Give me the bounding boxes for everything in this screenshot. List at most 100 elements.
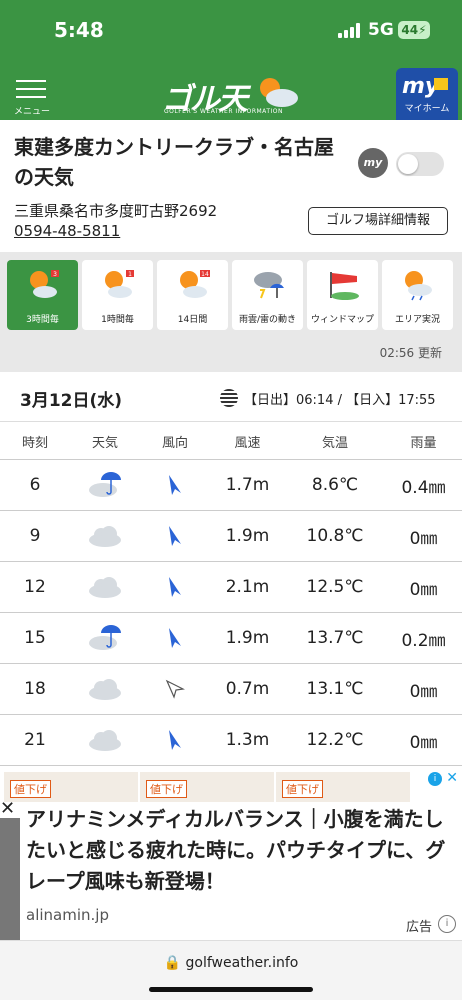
tab-area-live[interactable]: エリア実況 [382, 260, 453, 330]
cell-temperature: 8.6℃ [311, 475, 359, 495]
forecast-date: 3月12日(水) [20, 391, 123, 411]
url-domain: golfweather.info [185, 955, 299, 971]
tab-label: 雨雲/雷の動き [238, 315, 297, 325]
cloud-icon [70, 511, 140, 561]
logo-sun-cloud-icon [260, 78, 298, 107]
header-time: 時刻 [21, 435, 48, 451]
browser-url-bar[interactable]: 🔒 golfweather.info [0, 940, 462, 1000]
ad-side-bar [0, 818, 20, 940]
ad-domain[interactable]: alinamin.jp [26, 906, 109, 924]
wind-arrow-icon [140, 460, 210, 510]
tab-badge-1: 1 [128, 271, 132, 278]
ad-label: 広告 [405, 920, 432, 935]
advertisement[interactable]: 値下げ 値下げ 値下げ i ✕ ✕ アリナミンメディカルバランス｜小腹を満たした… [0, 770, 462, 940]
cell-time: 21 [24, 730, 46, 750]
tab-rain-thunder[interactable]: 雨雲/雷の動き [232, 260, 303, 330]
cell-wind-speed: 0.7m [225, 679, 270, 699]
cell-rainfall: 0㎜ [409, 681, 438, 702]
sunrise-sunset-icon [220, 389, 238, 407]
battery-level: 44 [401, 23, 419, 37]
wind-arrow-icon [140, 511, 210, 561]
tab-1hour[interactable]: 1 1時間毎 [82, 260, 153, 330]
cell-rainfall: 0㎜ [409, 528, 438, 549]
tab-label: 14日間 [177, 315, 208, 325]
ad-price-tag: 値下げ [282, 780, 323, 798]
ad-close-icon[interactable]: ✕ [446, 770, 458, 786]
ad-thumbnail[interactable]: 値下げ [4, 772, 138, 802]
ad-headline[interactable]: アリナミンメディカルバランス｜小腹を満たしたいと感じる疲れた時に。パウチタイプに… [26, 804, 456, 897]
tab-wind-map[interactable]: ウィンドマップ [307, 260, 378, 330]
header-wind-speed: 風速 [234, 435, 261, 451]
cell-temperature: 13.7℃ [306, 628, 364, 648]
forecast-tabs: 3 3時間毎 1 1時間毎 14 14日間 雨雲/雷の動き ウィンドマップ エリ… [0, 252, 462, 372]
cell-time: 12 [24, 577, 46, 597]
cell-wind-speed: 2.1m [225, 577, 270, 597]
header-temperature: 気温 [321, 435, 348, 451]
menu-label: メニュー [14, 107, 51, 117]
cell-time: 15 [24, 628, 46, 648]
cell-rainfall: 0㎜ [409, 579, 438, 600]
menu-button[interactable]: メニュー [14, 80, 51, 117]
rain-thunder-icon [254, 272, 284, 299]
header-weather: 天気 [91, 435, 118, 451]
cloud-icon [70, 664, 140, 714]
tab-label: 1時間毎 [101, 315, 134, 325]
header-rainfall: 雨量 [410, 435, 437, 451]
myhome-button[interactable]: my マイホーム [396, 68, 458, 120]
wind-arrow-icon [140, 715, 210, 765]
cell-wind-speed: 1.3m [225, 730, 270, 750]
cloud-umbrella-icon [70, 460, 140, 510]
cloud-icon [70, 562, 140, 612]
tab-badge-14: 14 [201, 271, 209, 278]
ad-info-icon[interactable]: i [428, 772, 442, 786]
ad-thumbnail[interactable]: 値下げ [140, 772, 274, 802]
cell-rainfall: 0.2㎜ [401, 630, 446, 651]
club-phone-link[interactable]: 0594-48-5811 [14, 222, 120, 240]
cell-wind-speed: 1.9m [225, 526, 270, 546]
sun-cloud-golf-icon: 1 [105, 270, 134, 298]
cell-temperature: 10.8℃ [306, 526, 364, 546]
site-header: メニュー ゴル天 GOLFER'S WEATHER INFORMATION my… [0, 62, 462, 120]
table-row: 21 1.3m 12.2℃ 0㎜ [0, 715, 462, 766]
date-row: 3月12日(水) 【日出】06:14 / 【日入】17:55 [0, 372, 462, 422]
club-detail-button[interactable]: ゴルフ場詳細情報 [308, 207, 448, 235]
windsock-icon [330, 272, 359, 300]
my-favorite-toggle[interactable] [396, 152, 444, 176]
updated-time: 02:56 更新 [379, 346, 442, 360]
wind-arrow-icon [140, 562, 210, 612]
tab-3hour[interactable]: 3 3時間毎 [7, 260, 78, 330]
url-text: 🔒 golfweather.info [163, 955, 299, 971]
table-header: 時刻 天気 風向 風速 気温 雨量 [0, 423, 462, 460]
wind-arrow-icon [140, 664, 210, 714]
cell-temperature: 12.5℃ [306, 577, 364, 597]
ad-choices-icon[interactable]: i [438, 915, 456, 933]
sun-cloud-rain-icon [405, 271, 432, 301]
ad-thumbnail[interactable]: 値下げ [276, 772, 410, 802]
sun-cloud-golf-icon: 14 [180, 270, 210, 298]
cloud-umbrella-icon [70, 613, 140, 663]
tab-label: エリア実況 [394, 315, 440, 325]
tab-label: ウィンドマップ [310, 315, 374, 325]
cell-wind-speed: 1.9m [225, 628, 270, 648]
status-bar: 5:48 5G 44⚡ [0, 0, 462, 62]
my-badge-icon: my [358, 148, 388, 178]
cell-time: 6 [29, 475, 41, 495]
club-address: 三重県桑名市多度町古野2692 [14, 202, 218, 220]
cell-rainfall: 0㎜ [409, 732, 438, 753]
network-type: 5G [368, 20, 394, 40]
sun-cloud-golf-icon: 3 [30, 270, 59, 298]
logo-subtitle: GOLFER'S WEATHER INFORMATION [164, 108, 283, 115]
cell-wind-speed: 1.7m [225, 475, 270, 495]
site-logo[interactable]: ゴル天 GOLFER'S WEATHER INFORMATION [160, 70, 302, 118]
cell-time: 9 [29, 526, 41, 546]
ad-dismiss-icon[interactable]: ✕ [0, 800, 20, 818]
cell-temperature: 12.2℃ [306, 730, 364, 750]
table-row: 15 1.9m 13.7℃ 0.2㎜ [0, 613, 462, 664]
cloud-icon [70, 715, 140, 765]
cell-time: 18 [24, 679, 46, 699]
ad-thumbnails: 値下げ 値下げ 値下げ [0, 770, 462, 802]
tab-14day[interactable]: 14 14日間 [157, 260, 228, 330]
myhome-label: マイホーム [404, 104, 450, 114]
table-row: 6 1.7m 8.6℃ 0.4㎜ [0, 460, 462, 511]
ad-price-tag: 値下げ [10, 780, 51, 798]
